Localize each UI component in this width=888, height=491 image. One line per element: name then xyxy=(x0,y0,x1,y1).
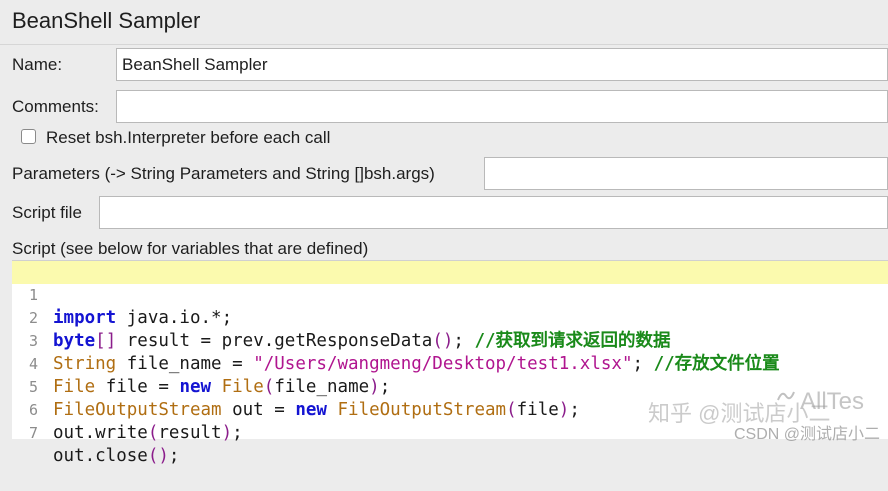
comments-field[interactable] xyxy=(116,90,888,123)
code-token: ; xyxy=(168,446,180,466)
line-number: 7 xyxy=(28,424,38,442)
script-file-label: Script file xyxy=(12,203,82,222)
code-line: 4 File file = new File(file_name); xyxy=(12,330,888,397)
reset-interpreter-checkbox[interactable] xyxy=(21,129,36,144)
code-token: ( xyxy=(147,423,159,443)
code-token: ; xyxy=(232,423,243,443)
script-label: Script (see below for variables that are… xyxy=(12,239,369,258)
code-token: out.close xyxy=(53,446,148,466)
code-token: out.write xyxy=(53,423,148,443)
code-token: () xyxy=(147,446,169,466)
code-line: 2 byte[] result = prev.getResponseData()… xyxy=(12,284,888,351)
reset-interpreter-label: Reset bsh.Interpreter before each call xyxy=(46,128,331,147)
code-token: result xyxy=(158,423,222,443)
parameters-label: Parameters (-> String Parameters and Str… xyxy=(12,164,435,183)
title-divider xyxy=(0,44,888,45)
name-field[interactable]: BeanShell Sampler xyxy=(116,48,888,81)
watermark-text: CSDN @测试店小二 xyxy=(733,426,880,443)
parameters-field[interactable] xyxy=(484,157,888,190)
code-line: 3 String file_name = "/Users/wangmeng/De… xyxy=(12,307,888,374)
code-line: 5 FileOutputStream out = new FileOutputS… xyxy=(12,353,888,420)
code-token: ) xyxy=(221,423,233,443)
comments-label: Comments: xyxy=(12,97,99,116)
script-file-field[interactable] xyxy=(99,196,888,229)
panel-title: BeanShell Sampler xyxy=(12,8,201,33)
name-label: Name: xyxy=(12,55,63,74)
code-line: 1 import java.io.*; xyxy=(12,261,888,328)
